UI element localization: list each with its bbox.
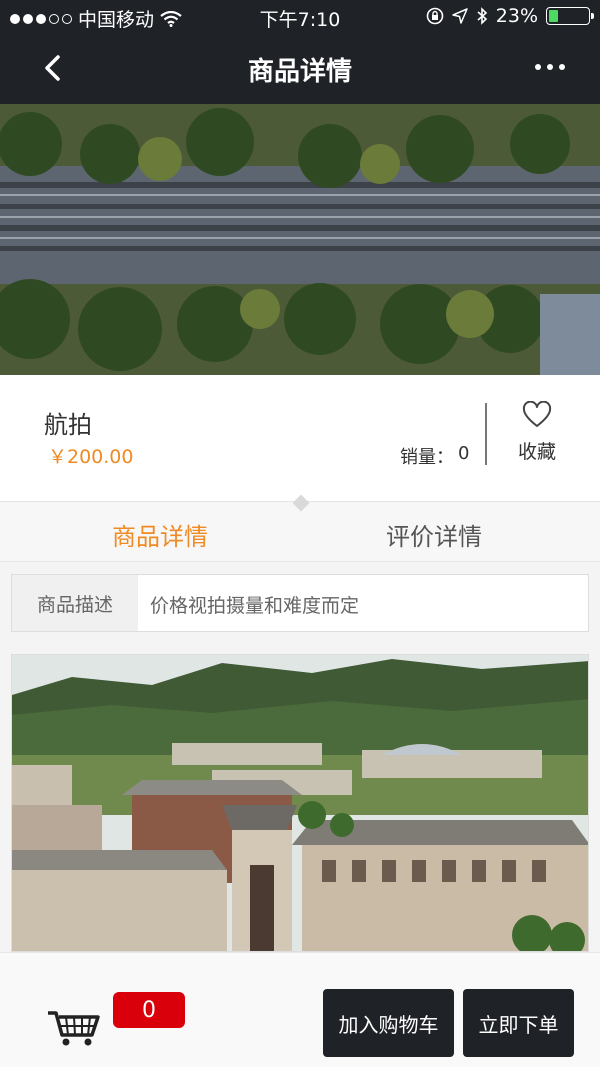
product-price: ￥200.00 [48,446,134,468]
location-arrow-icon [452,8,468,24]
detail-tabs: 商品详情 评价详情 [0,494,600,562]
page-title: 商品详情 [247,57,352,87]
order-now-button[interactable]: 立即下单 [463,989,574,1057]
sales-value: 0 [458,443,470,464]
tab-review-details[interactable]: 评价详情 [386,517,482,552]
product-info-panel: 航拍 ￥200.00 销量： 0 收藏 [0,375,600,502]
rotation-lock-icon [426,7,444,25]
product-photo-aerial [0,104,600,375]
shopping-cart-icon[interactable] [46,1007,104,1047]
heart-icon [522,400,552,427]
product-name: 航拍 [44,411,92,439]
cart-count-badge: 0 [113,992,185,1028]
divider [485,403,487,465]
favorite-label: 收藏 [517,441,556,463]
top-bar: 中国移动 下午7:10 23% 商品详情 [0,0,600,104]
bottom-action-bar: 0 加入购物车 立即下单 [0,952,600,1067]
battery-icon [546,7,594,25]
add-to-cart-button[interactable]: 加入购物车 [323,989,454,1057]
sales-count: 销量： 0 [400,443,469,469]
more-options-icon[interactable] [530,54,570,80]
tab-product-details[interactable]: 商品详情 [112,517,208,552]
status-bar: 中国移动 下午7:10 23% [0,0,600,34]
favorite-button[interactable]: 收藏 [505,400,569,471]
product-photo-campus [11,654,589,952]
battery-percent: 23% [495,5,538,27]
description-value: 价格视拍摄量和难度而定 [150,595,360,617]
navigation-bar: 商品详情 [0,34,600,104]
sales-label: 销量： [400,447,454,468]
description-label: 商品描述 [12,575,138,631]
product-description-row: 商品描述 价格视拍摄量和难度而定 [11,574,589,632]
bluetooth-icon [477,7,487,25]
